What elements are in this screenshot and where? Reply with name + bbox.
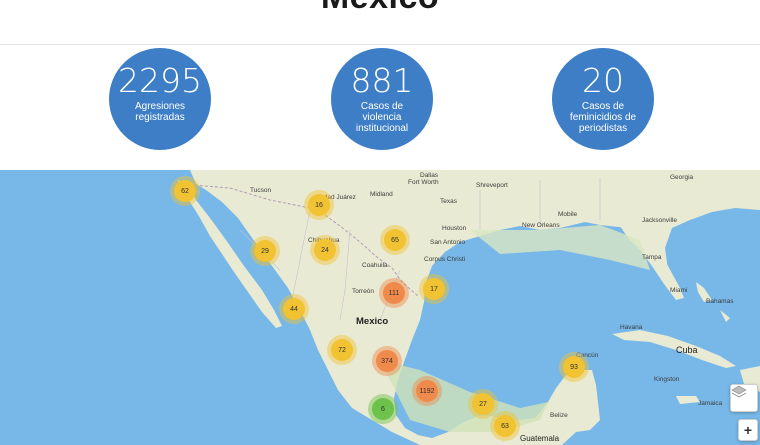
stat-label: Casos de feminicidios de periodistas [569,101,637,134]
cluster-count: 93 [570,363,578,371]
map-cluster[interactable]: 374 [376,350,398,372]
stat-agresiones: 2295 Agresiones registradas [109,48,211,150]
place-label: Miami [670,287,688,294]
cluster-count: 17 [430,285,438,293]
map-cluster[interactable]: 93 [563,356,585,378]
cluster-count: 65 [391,236,399,244]
cluster-count: 44 [290,305,298,313]
place-label: Mobile [558,211,578,218]
stat-label: Casos de violencia institucional [355,101,409,134]
place-label: Texas [440,198,457,205]
cluster-count: 24 [321,246,329,254]
cluster-count: 6 [381,405,385,413]
stat-feminicidios: 20 Casos de feminicidios de periodistas [552,48,654,150]
cluster-count: 16 [315,201,323,209]
place-label: Havana [620,324,643,331]
cluster-count: 62 [181,187,189,195]
stat-number: 20 [582,61,624,100]
cluster-count: 111 [388,289,400,297]
place-label: San Antonio [430,239,466,246]
divider [0,44,760,45]
place-label: Kingston [654,376,680,383]
place-label: Belize [550,412,568,419]
cluster-count: 27 [479,400,487,408]
place-label: Torreón [352,288,375,295]
place-label: Houston [442,225,467,232]
stat-number: 2295 [118,61,202,100]
map-cluster[interactable]: 6 [372,398,394,420]
layers-icon [731,385,747,398]
layers-button[interactable] [730,384,758,412]
cluster-count: 63 [501,422,509,430]
stat-label: Agresiones registradas [134,101,186,123]
map-cluster[interactable]: 63 [494,415,516,437]
map-cluster[interactable]: 111 [383,282,405,304]
place-label: Cuba [676,345,698,355]
cluster-count: 29 [261,247,269,255]
stat-violencia-institucional: 881 Casos de violencia institucional [331,48,433,150]
place-label: Georgia [670,174,694,181]
place-label: Corpus Christi [424,256,466,263]
place-label: Guatemala [520,434,560,443]
cluster-count: 374 [381,357,393,365]
place-label: New Orleans [522,222,560,229]
place-label: Coahuila [362,262,388,269]
map[interactable]: Tucson Ciudad Juárez Midland Fort Worth … [0,170,760,445]
stat-number: 881 [350,61,414,100]
place-label: Shreveport [476,182,508,189]
land-cuba [612,330,736,368]
map-cluster[interactable]: 29 [254,240,276,262]
forest-area [380,360,548,432]
forest-area-east [470,225,650,270]
place-label: Jacksonville [642,217,678,224]
map-cluster[interactable]: 1192 [416,380,438,402]
map-cluster[interactable]: 24 [314,239,336,261]
place-label: Tucson [250,187,272,194]
zoom-in-button[interactable]: + [738,419,758,441]
place-label: Bahamas [706,298,734,305]
place-label: Fort Worth [408,179,439,186]
map-cluster[interactable]: 17 [423,278,445,300]
place-label: Dallas [420,172,439,179]
map-cluster[interactable]: 62 [174,180,196,202]
map-cluster[interactable]: 16 [308,194,330,216]
place-label: Midland [370,191,393,198]
place-label: Tampa [642,254,662,261]
stats-header: Mexico 2295 Agresiones registradas 881 C… [0,0,760,170]
page-title: Mexico [0,0,760,17]
map-cluster[interactable]: 65 [384,229,406,251]
map-cluster[interactable]: 72 [331,339,353,361]
cluster-count: 1192 [419,387,435,395]
map-cluster[interactable]: 44 [283,298,305,320]
map-cluster[interactable]: 27 [472,393,494,415]
cluster-count: 72 [338,346,346,354]
place-label: Jamaica [698,400,723,407]
country-label: Mexico [356,316,389,327]
land-jamaica [676,396,700,404]
